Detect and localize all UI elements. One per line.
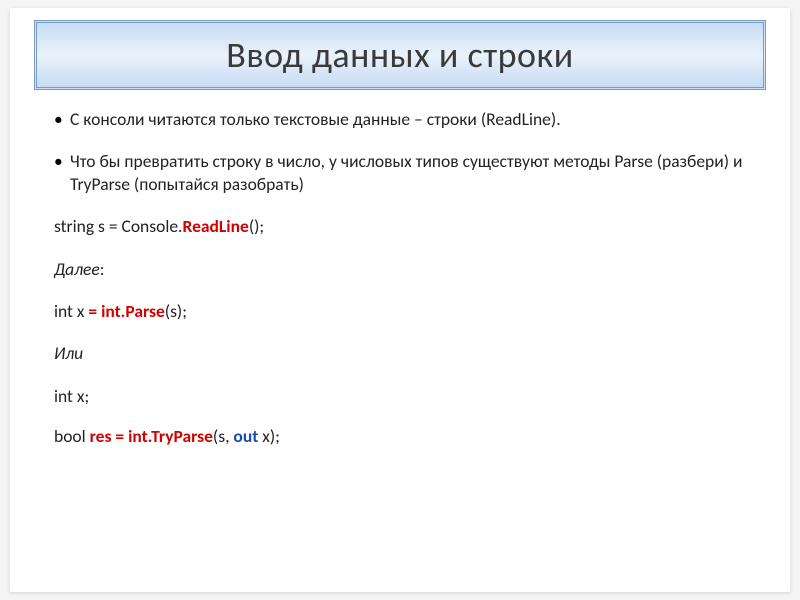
code-text: (); [249, 215, 264, 237]
code-text: bool [54, 425, 90, 447]
code-keyword-out: out [233, 425, 262, 447]
colon: : [100, 258, 105, 280]
or-label: Или [54, 342, 746, 364]
code-line-tryparse: bool res = int.TryParse(s, out x); [54, 425, 746, 447]
then-label: Далее: [54, 258, 746, 280]
slide-title: Ввод данных и строки [49, 33, 751, 77]
code-keyword: = int.TryParse [115, 425, 213, 447]
code-text: (s); [165, 300, 187, 322]
bullet-item: Что бы превратить строку в число, у числ… [54, 150, 746, 195]
code-line-declare: int x; [54, 385, 746, 407]
code-var: res [90, 425, 116, 447]
label-text: Далее [54, 258, 100, 280]
code-keyword: ReadLine [182, 215, 248, 237]
slide-content: С консоли читаются только текстовые данн… [24, 104, 776, 448]
code-text: string s = Console. [54, 215, 182, 237]
code-text: int x [54, 300, 88, 322]
bullet-item: С консоли читаются только текстовые данн… [54, 108, 746, 130]
code-text: (s, [213, 425, 233, 447]
slide: Ввод данных и строки С консоли читаются … [10, 8, 790, 592]
code-text: x); [262, 425, 280, 447]
label-text: Или [54, 342, 83, 364]
code-keyword: = int.Parse [88, 300, 164, 322]
code-line-readline: string s = Console.ReadLine(); [54, 215, 746, 237]
code-line-parse: int x = int.Parse(s); [54, 300, 746, 322]
title-box: Ввод данных и строки [34, 20, 766, 90]
